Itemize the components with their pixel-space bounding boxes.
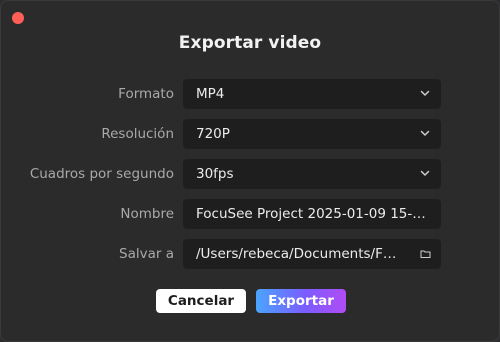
save-path-value: /Users/rebeca/Documents/F… (196, 246, 397, 262)
save-to-label: Salvar a (119, 246, 174, 262)
export-button[interactable]: Exportar (256, 289, 346, 313)
name-label: Nombre (120, 206, 174, 222)
cancel-button[interactable]: Cancelar (156, 289, 246, 313)
fps-label: Cuadros por segundo (29, 166, 174, 182)
name-input[interactable]: FocuSee Project 2025-01-09 15-… (183, 199, 441, 229)
folder-icon[interactable] (420, 249, 431, 259)
dialog-title: Exportar video (178, 33, 322, 53)
format-value: MP4 (196, 86, 225, 102)
chevron-down-icon (420, 90, 430, 96)
name-value: FocuSee Project 2025-01-09 15-… (196, 206, 426, 222)
format-row: Formato MP4 (1, 79, 500, 109)
name-row: Nombre FocuSee Project 2025-01-09 15-… (1, 199, 500, 229)
format-label: Formato (118, 86, 174, 102)
resolution-label: Resolución (101, 126, 174, 142)
close-window-button[interactable] (12, 12, 24, 24)
resolution-select[interactable]: 720P (183, 119, 441, 149)
fps-value: 30fps (196, 166, 234, 182)
chevron-down-icon (420, 170, 430, 176)
save-path-field[interactable]: /Users/rebeca/Documents/F… (183, 239, 441, 269)
resolution-value: 720P (196, 126, 230, 142)
fps-row: Cuadros por segundo 30fps (1, 159, 500, 189)
save-to-row: Salvar a /Users/rebeca/Documents/F… (1, 239, 500, 269)
format-select[interactable]: MP4 (183, 79, 441, 109)
resolution-row: Resolución 720P (1, 119, 500, 149)
chevron-down-icon (420, 130, 430, 136)
fps-select[interactable]: 30fps (183, 159, 441, 189)
export-video-dialog: Exportar video Formato MP4 Resolución 72… (0, 0, 500, 342)
